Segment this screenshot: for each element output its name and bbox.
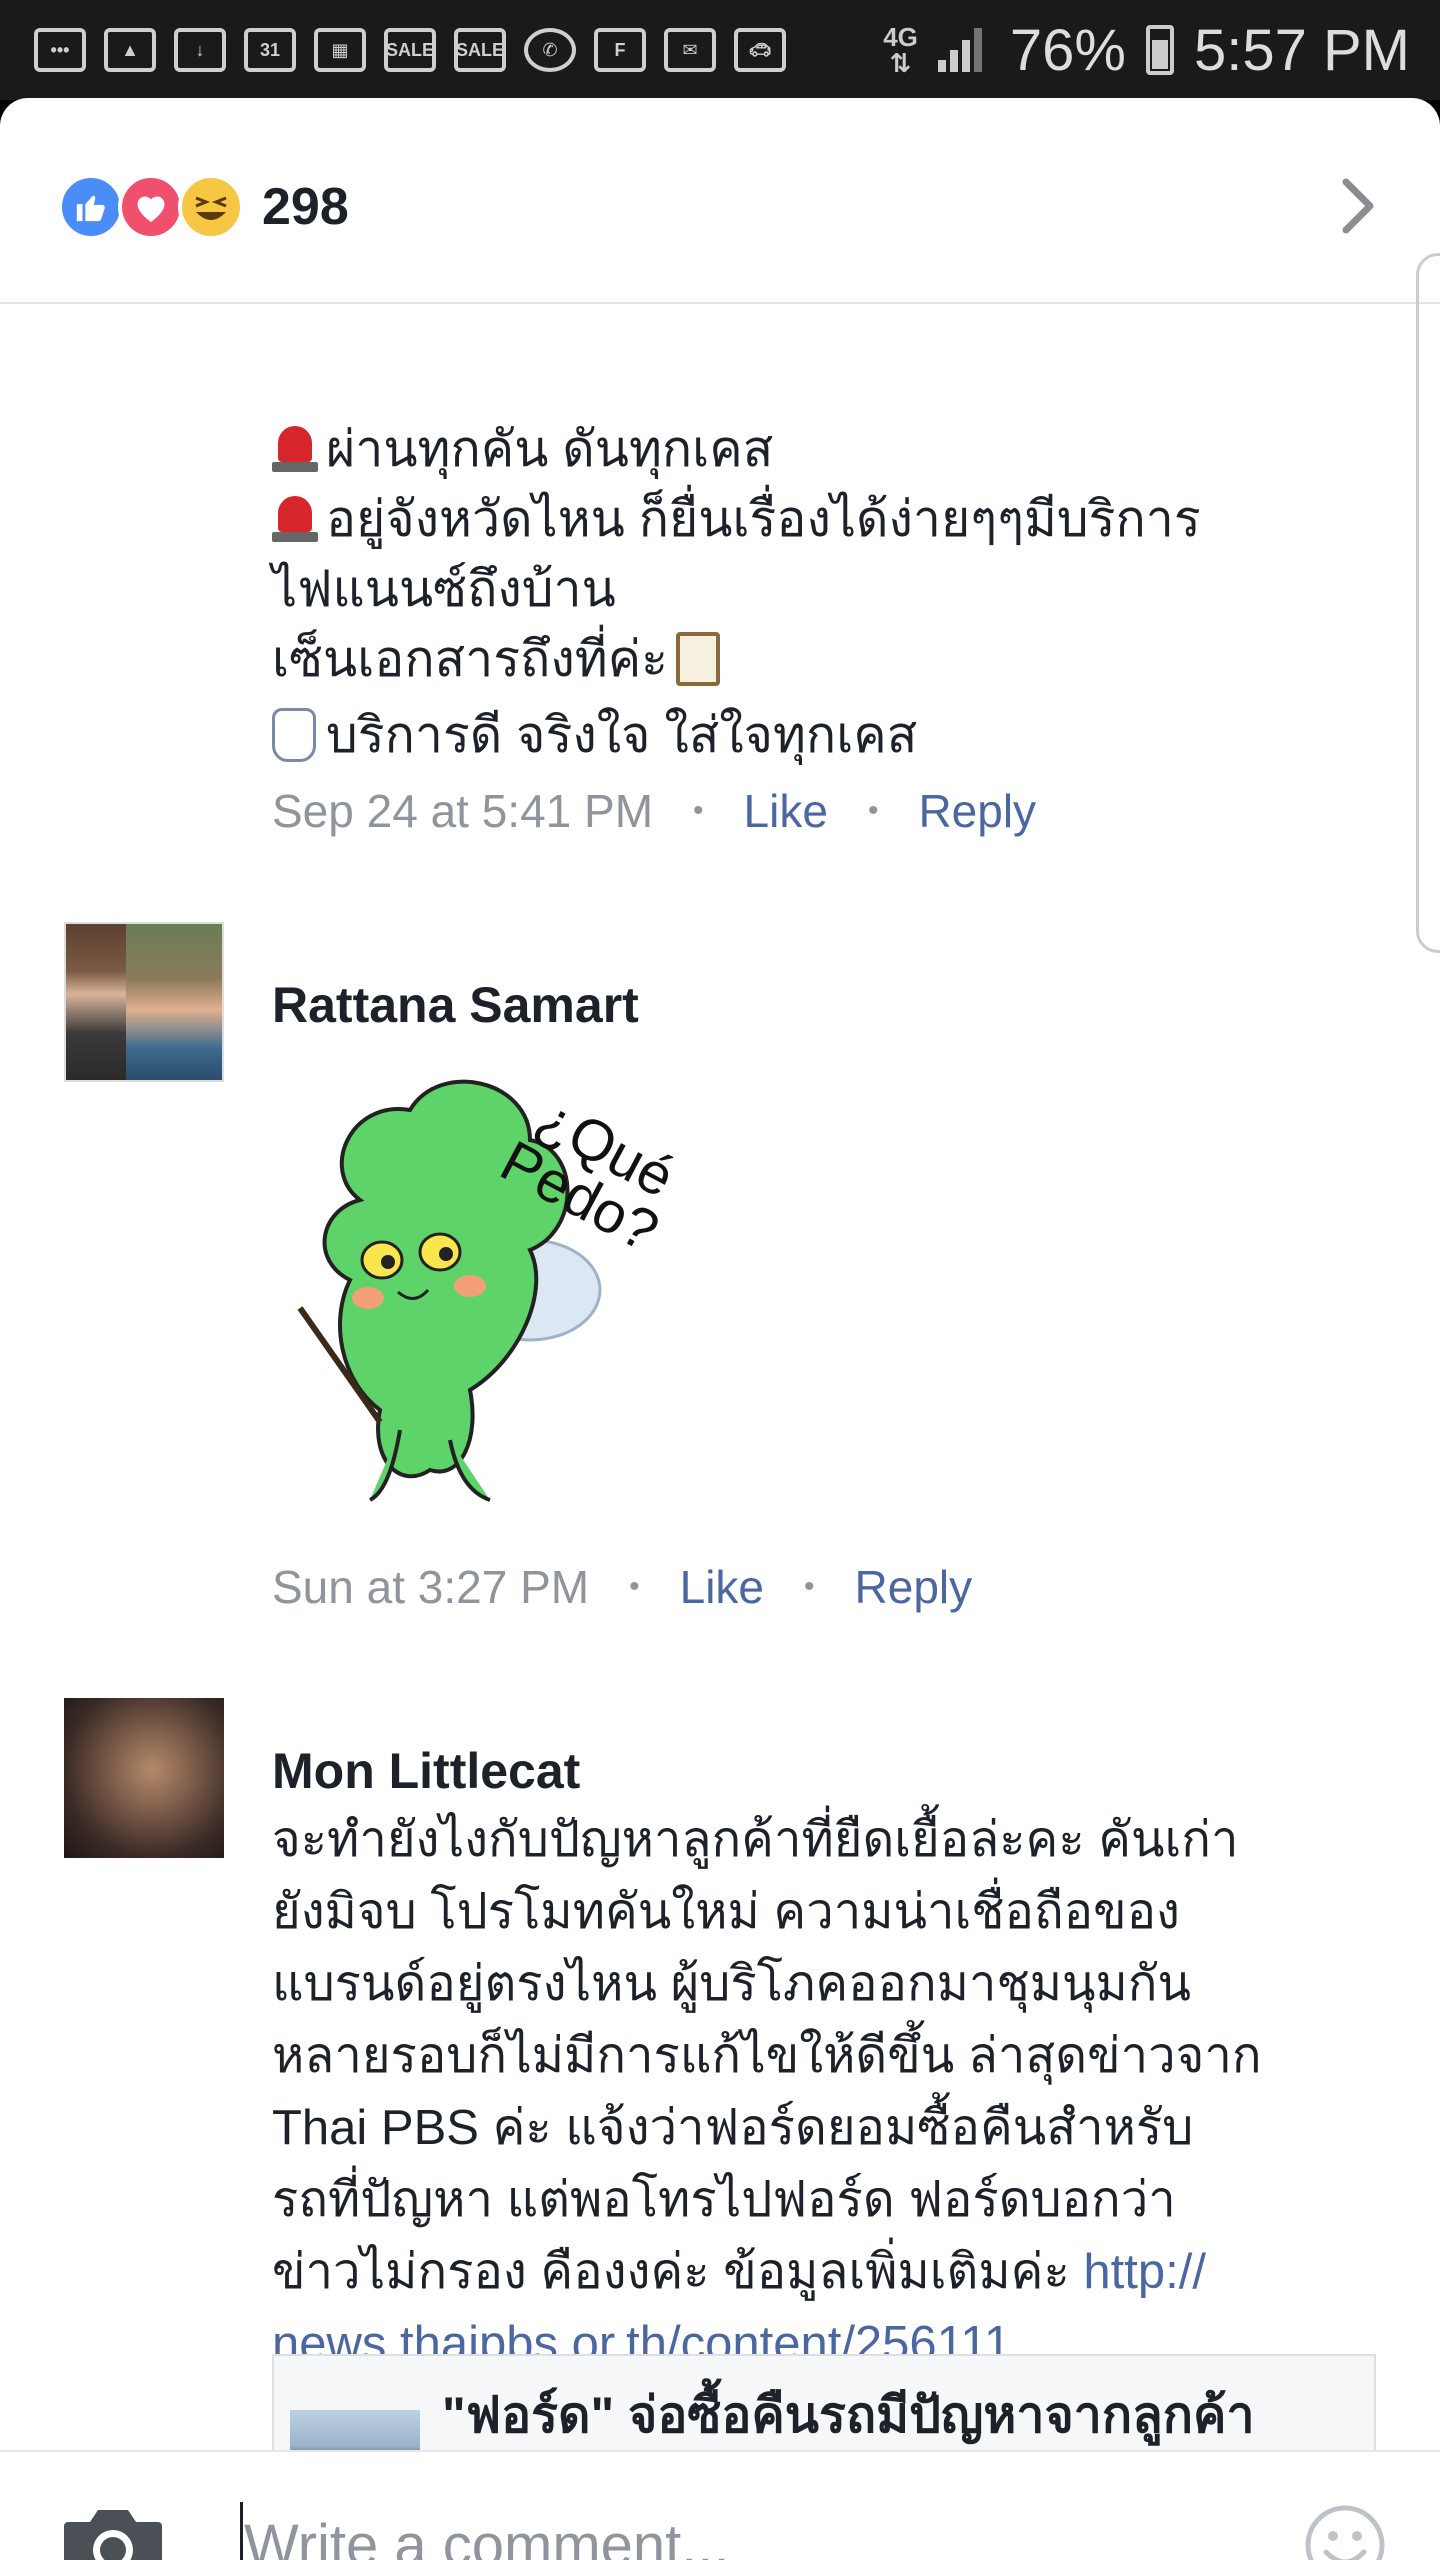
comment-link[interactable]: http:// (1083, 2245, 1206, 2299)
email-icon: ✉ (664, 28, 716, 72)
avatar-photo-right (126, 924, 222, 1080)
signal-icon (937, 28, 990, 72)
composer-divider (0, 2450, 1440, 2452)
author-name[interactable]: Rattana Samart (272, 976, 639, 1034)
avatar[interactable] (64, 1698, 224, 1858)
separator-dot: • (867, 794, 879, 827)
comment-line: ข่าวไม่กรอง คืองงค่ะ ข้อมูลเพิ่มเติมค่ะ … (272, 2236, 1382, 2308)
comment-body: ผ่านทุกคัน ดันทุกเคส อยู่จังหวัดไหน ก็ยื… (272, 414, 1362, 838)
status-bar: ••• ▲ ↓ 31 ▦ SALE SALE ✆ F ✉ 🚗︎ 4G ⇅ 76% … (0, 0, 1440, 100)
reaction-count: 298 (262, 178, 349, 236)
comment-text: แบรนด์อยู่ตรงไหน ผู้บริโภคออกมาชุมนุมกัน (272, 1957, 1191, 2011)
haha-reaction-icon (178, 174, 244, 240)
network-type: 4G (883, 22, 918, 52)
siren-icon (272, 424, 318, 474)
comment-meta: Sun at 3:27 PM • Like • Reply (272, 1560, 972, 1614)
comment-timestamp: Sep 24 at 5:41 PM (272, 785, 654, 837)
car-icon: 🚗︎ (734, 28, 786, 72)
comment-timestamp: Sun at 3:27 PM (272, 1561, 590, 1613)
love-reaction-icon (118, 174, 184, 240)
comment-line: อยู่จังหวัดไหน ก็ยื่นเรื่องได้ง่ายๆๆมีบร… (272, 484, 1362, 554)
sale-icon: SALE (384, 28, 436, 72)
comment-text: Thai PBS ค่ะ แจ้งว่าฟอร์ดยอมซื้อคืนสำหรั… (272, 2101, 1194, 2155)
comment-text: จะทำยังไงกับปัญหาลูกค้าที่ยืดเยื้อล่ะคะ … (272, 1813, 1239, 1867)
comment-text: หลายรอบก็ไม่มีการแก้ไขให้ดีขึ้น ล่าสุดข่… (272, 2029, 1262, 2083)
comment-meta: Sep 24 at 5:41 PM • Like • Reply (272, 784, 1362, 838)
author-name[interactable]: Mon Littlecat (272, 1742, 580, 1800)
comment-line: ผ่านทุกคัน ดันทุกเคส (272, 414, 1362, 484)
calendar-grid-icon: ▦ (314, 28, 366, 72)
flipboard-icon: F (594, 28, 646, 72)
sale-label: SALE (386, 39, 435, 60)
link-preview-title: "ฟอร์ด" จ่อซื้อคืนรถมีปัญหาจากลูกค้า (442, 2387, 1255, 2443)
comment-list[interactable]: ผ่านทุกคัน ดันทุกเคส อยู่จังหวัดไหน ก็ยื… (0, 304, 1440, 2450)
like-button[interactable]: Like (680, 1560, 764, 1614)
comments-sheet: 298 ผ่านทุกคัน ดันทุกเคส อยู่จังหวัดไหน … (0, 98, 1440, 2560)
comment-composer (0, 2450, 1440, 2560)
comment-text: ไฟแนนซ์ถึงบ้าน (272, 561, 616, 617)
separator-dot: • (804, 1570, 815, 1603)
comment-body: จะทำยังไงกับปัญหาลูกค้าที่ยืดเยื้อล่ะคะ … (272, 1804, 1382, 2380)
reactions-header[interactable]: 298 (0, 98, 1440, 304)
comment-text: ผ่านทุกคัน ดันทุกเคส (326, 421, 774, 477)
avatar[interactable] (64, 922, 224, 1082)
emoji-icon[interactable] (1304, 2504, 1386, 2560)
clock: 5:57 PM (1194, 17, 1410, 83)
sale-icon: SALE (454, 28, 506, 72)
calendar-icon: 31 (244, 28, 296, 72)
camera-icon[interactable] (62, 2506, 164, 2560)
chevron-right-icon[interactable] (1322, 170, 1394, 242)
avatar-photo-left (66, 924, 126, 1080)
sale-label: SALE (456, 39, 505, 60)
calendar-day: 31 (259, 39, 281, 60)
sticker-image: ¿Qué Pedo? (297, 1079, 685, 1502)
reply-button[interactable]: Reply (918, 784, 1036, 838)
battery-percent: 76% (1009, 17, 1126, 83)
link-preview-thumbnail (290, 2410, 420, 2450)
messages-icon: ••• (34, 28, 86, 72)
comment-input[interactable] (244, 2500, 1224, 2560)
like-button[interactable]: Like (744, 784, 828, 838)
comment-text: อยู่จังหวัดไหน ก็ยื่นเรื่องได้ง่ายๆๆมีบร… (326, 491, 1201, 547)
whatsapp-icon: ✆ (524, 28, 576, 72)
like-reaction-icon (58, 174, 124, 240)
link-preview-card[interactable]: "ฟอร์ด" จ่อซื้อคืนรถมีปัญหาจากลูกค้า (272, 2354, 1376, 2450)
comment-line: บริการดี จริงใจ ใส่ใจทุกเคส (272, 700, 1362, 770)
comment-line: เซ็นเอกสารถึงที่ค่ะ (272, 624, 1362, 694)
gallery-icon: ▲ (104, 28, 156, 72)
status-right: 4G ⇅ 76% 5:57 PM (883, 0, 1410, 100)
reply-button[interactable]: Reply (855, 1560, 973, 1614)
text-cursor (240, 2502, 243, 2560)
comment-text: รถที่ปัญหา แต่พอโทรไปฟอร์ด ฟอร์ดบอกว่า (272, 2173, 1176, 2227)
notification-icons: ••• ▲ ↓ 31 ▦ SALE SALE ✆ F ✉ 🚗︎ (0, 28, 786, 72)
download-icon: ↓ (174, 28, 226, 72)
separator-dot: • (693, 794, 704, 827)
battery-icon (1146, 25, 1174, 75)
comment-text: บริการดี จริงใจ ใส่ใจทุกเคส (326, 707, 918, 763)
separator-dot: • (629, 1570, 640, 1603)
comment-text: เซ็นเอกสารถึงที่ค่ะ (272, 631, 668, 687)
comment-text: ยังมิจบ โปรโมทคันใหม่ ความน่าเชื่อถือของ (272, 1885, 1180, 1939)
reactions-summary[interactable]: 298 (58, 174, 349, 240)
network-indicator: 4G ⇅ (883, 22, 918, 78)
comment-text: ข่าวไม่กรอง คืองงค่ะ ข้อมูลเพิ่มเติมค่ะ (272, 2245, 1084, 2299)
pointing-hand-icon (272, 708, 316, 762)
clipboard-icon (676, 632, 720, 686)
siren-icon (272, 494, 318, 544)
